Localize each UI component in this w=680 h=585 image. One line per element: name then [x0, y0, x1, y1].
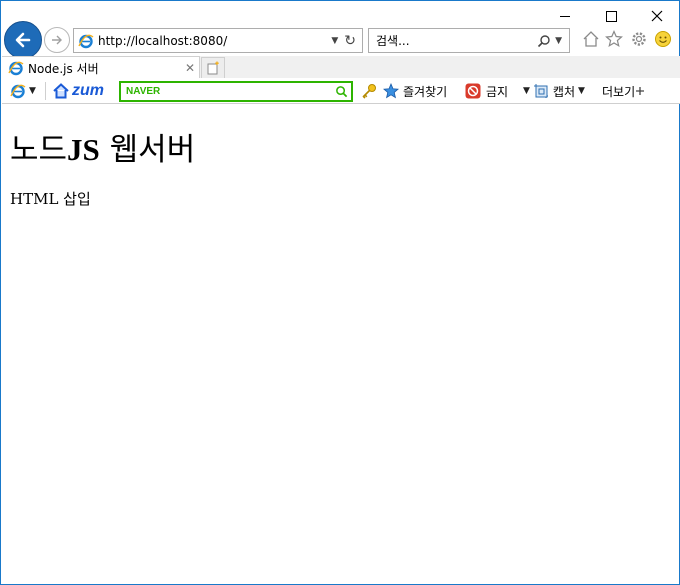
home-button[interactable] — [581, 29, 601, 49]
command-toolbar: ▼ zum NAVER 즐겨찾기 금지 ▼ 캡처 ▼ 더보기 — [2, 78, 680, 104]
heading-suffix: 웹서버 — [99, 132, 196, 168]
close-icon — [651, 10, 663, 22]
maximize-button[interactable] — [588, 1, 634, 31]
capture-label: 캡처 — [552, 84, 576, 99]
chevron-down-icon: ▼ — [523, 86, 530, 96]
more-button[interactable]: 더보기 — [602, 81, 645, 101]
toolbar-divider — [45, 82, 46, 100]
browser-window: http://localhost:8080/ ▼ ↻ 검색... ▼ Node.… — [0, 0, 680, 585]
home-icon — [53, 83, 69, 99]
address-url[interactable]: http://localhost:8080/ — [98, 34, 331, 48]
arrow-right-icon — [52, 35, 62, 45]
naver-search-box[interactable]: NAVER — [119, 81, 353, 102]
new-tab-icon — [207, 61, 219, 75]
ie-icon — [8, 61, 24, 76]
page-heading: 노드JS 웹서버 — [10, 124, 679, 169]
back-button[interactable] — [4, 21, 42, 59]
chevron-down-icon: ▼ — [578, 86, 585, 96]
forward-button[interactable] — [44, 27, 70, 53]
block-label: 금지 — [486, 84, 509, 99]
favorites-menu-button[interactable]: 즐겨찾기 — [383, 81, 447, 101]
arrow-left-icon — [15, 32, 31, 48]
ie-icon — [78, 34, 94, 48]
ie-menu-button[interactable]: ▼ — [10, 81, 39, 101]
search-icon[interactable] — [335, 85, 348, 98]
minimize-icon — [560, 15, 570, 17]
minimize-button[interactable] — [542, 1, 588, 31]
feedback-button[interactable] — [653, 29, 673, 49]
tab-active[interactable]: Node.js 서버 ✕ — [2, 56, 200, 79]
zum-label: zum — [72, 82, 104, 99]
zum-button[interactable]: zum — [53, 81, 104, 101]
heading-prefix: 노드 — [10, 132, 68, 168]
address-bar[interactable]: http://localhost:8080/ ▼ ↻ — [73, 28, 363, 53]
favorites-label: 즐겨찾기 — [403, 84, 448, 99]
search-box[interactable]: 검색... ▼ — [368, 28, 570, 53]
search-icon[interactable] — [537, 34, 551, 48]
address-dropdown-icon[interactable]: ▼ — [331, 36, 338, 46]
page-paragraph: HTML 삽입 — [10, 190, 91, 208]
smiley-icon — [655, 31, 671, 47]
new-tab-button[interactable] — [201, 57, 225, 79]
plus-icon — [636, 87, 645, 95]
maximize-icon — [605, 10, 617, 22]
tab-label: Node.js 서버 — [28, 61, 99, 76]
search-dropdown-icon[interactable]: ▼ — [555, 36, 562, 46]
ie-icon — [10, 84, 26, 99]
star-icon — [383, 83, 399, 99]
capture-icon — [533, 84, 548, 98]
page-content: 노드JS 웹서버 HTML 삽입 — [10, 104, 679, 584]
more-label: 더보기 — [602, 84, 636, 99]
chevron-down-icon: ▼ — [29, 86, 36, 96]
block-icon — [465, 83, 481, 99]
key-icon — [362, 84, 376, 99]
block-button[interactable]: 금지 — [465, 81, 508, 101]
gear-icon — [632, 32, 646, 46]
favorites-button[interactable] — [604, 29, 624, 49]
password-button[interactable] — [360, 81, 378, 101]
tab-close-icon[interactable]: ✕ — [185, 61, 195, 75]
close-button[interactable] — [634, 1, 680, 31]
naver-label: NAVER — [126, 86, 161, 97]
capture-button[interactable]: ▼ 캡처 ▼ — [520, 81, 588, 101]
tools-button[interactable] — [629, 29, 649, 49]
home-icon — [583, 31, 599, 47]
star-icon — [605, 30, 623, 48]
search-input[interactable]: 검색... — [376, 32, 537, 49]
refresh-icon[interactable]: ↻ — [344, 33, 356, 49]
heading-bold: JS — [67, 132, 100, 167]
